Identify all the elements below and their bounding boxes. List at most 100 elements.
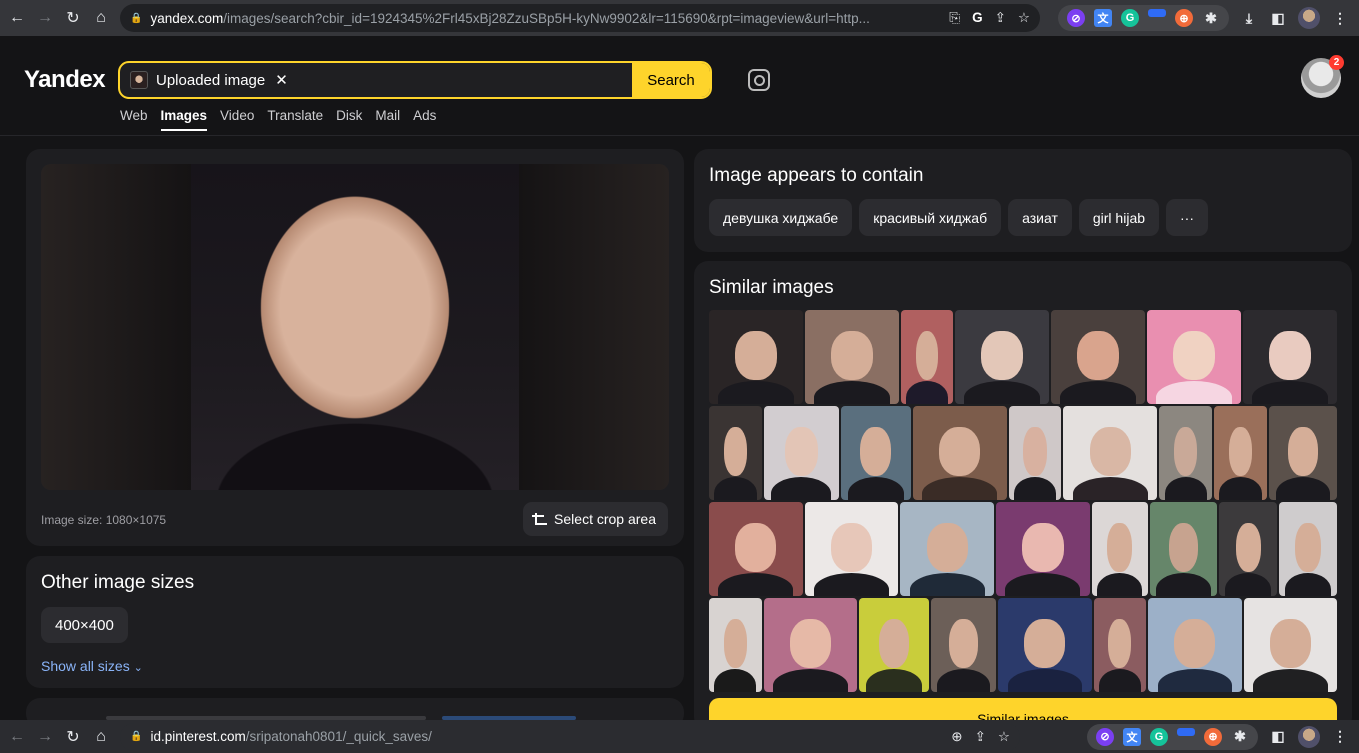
similar-thumbnail[interactable] <box>1063 406 1158 500</box>
sidepanel-icon[interactable]: ◧ <box>1269 9 1287 27</box>
similar-thumbnail[interactable] <box>1147 310 1241 404</box>
install-app-icon[interactable]: ⊕ <box>951 729 962 745</box>
extension-purple-icon[interactable]: ⊘ <box>1096 727 1114 746</box>
forward-icon[interactable]: → <box>34 726 56 748</box>
similar-thumbnail[interactable] <box>1159 406 1213 500</box>
similar-thumbnail[interactable] <box>763 598 858 692</box>
similar-thumbnail[interactable] <box>955 310 1049 404</box>
similar-thumbnail[interactable] <box>1269 406 1337 500</box>
profile-avatar[interactable] <box>1298 725 1320 748</box>
extension-grammarly-icon[interactable]: G <box>1121 9 1139 27</box>
browser-toolbar: ← → ↻ ⌂ 🔒 yandex.com/images/search?cbir_… <box>0 0 1359 36</box>
thumbnail-row <box>709 598 1337 692</box>
similar-thumbnail[interactable] <box>804 502 899 596</box>
similar-thumbnail[interactable] <box>912 406 1007 500</box>
similar-thumbnail[interactable] <box>709 310 803 404</box>
select-crop-area-button[interactable]: Select crop area <box>523 502 668 536</box>
tag-chip[interactable]: азиат <box>1008 199 1072 236</box>
thumbnail-row <box>709 406 1337 500</box>
tab-mail[interactable]: Mail <box>375 108 400 131</box>
uploaded-image-preview[interactable] <box>41 164 669 490</box>
tab-web[interactable]: Web <box>120 108 148 131</box>
similar-thumbnail[interactable] <box>1243 310 1337 404</box>
download-icon[interactable]: ⤓ <box>1240 9 1258 27</box>
similar-thumbnail[interactable] <box>763 406 839 500</box>
extension-orange-icon[interactable]: ⊕ <box>1175 9 1193 27</box>
uploaded-image-chip[interactable]: Uploaded image ✕ <box>130 71 288 89</box>
similar-thumbnail[interactable] <box>900 502 995 596</box>
similar-thumbnail[interactable] <box>1093 598 1147 692</box>
extension-orange-icon[interactable]: ⊕ <box>1204 727 1222 746</box>
similar-thumbnail[interactable] <box>1008 406 1062 500</box>
similar-thumbnail[interactable] <box>1214 406 1268 500</box>
extension-translate-icon[interactable]: 文 <box>1094 9 1112 27</box>
similar-thumbnail[interactable] <box>1279 502 1337 596</box>
bookmark-star-icon[interactable]: ☆ <box>998 729 1010 745</box>
lock-icon: 🔒 <box>130 12 143 24</box>
home-icon[interactable]: ⌂ <box>90 726 112 748</box>
similar-thumbnail[interactable] <box>930 598 997 692</box>
url-domain: id.pinterest.com <box>150 729 246 744</box>
tab-ads[interactable]: Ads <box>413 108 436 131</box>
similar-thumbnail[interactable] <box>859 598 929 692</box>
similar-thumbnail[interactable] <box>1148 598 1242 692</box>
clipboard-icon[interactable]: ⎘ <box>949 10 960 26</box>
similar-thumbnail[interactable] <box>1091 502 1148 596</box>
tab-images[interactable]: Images <box>160 108 208 131</box>
tag-chip[interactable]: girl hijab <box>1078 199 1160 236</box>
reload-icon[interactable]: ↻ <box>62 726 84 748</box>
menu-kebab-icon[interactable]: ⋮ <box>1331 9 1349 27</box>
size-option-button[interactable]: 400×400 <box>41 607 128 643</box>
similar-thumbnail[interactable] <box>1051 310 1145 404</box>
extensions-puzzle-icon[interactable]: ✱ <box>1231 728 1249 746</box>
back-icon[interactable]: ← <box>6 726 28 748</box>
extensions-puzzle-icon[interactable]: ✱ <box>1202 9 1220 27</box>
sidepanel-icon[interactable]: ◧ <box>1269 728 1287 746</box>
tab-disk[interactable]: Disk <box>336 108 362 131</box>
extension-blue-icon[interactable] <box>1148 9 1166 17</box>
tab-video[interactable]: Video <box>220 108 254 131</box>
similar-thumbnail[interactable] <box>709 598 762 692</box>
similar-images-card: Similar images Similar images <box>694 261 1352 731</box>
search-box[interactable]: Uploaded image ✕ Search <box>118 61 712 99</box>
similar-thumbnail[interactable] <box>901 310 953 404</box>
menu-kebab-icon[interactable]: ⋮ <box>1331 728 1349 746</box>
extension-blue-icon[interactable] <box>1177 727 1195 736</box>
tag-chip[interactable]: девушка хиджабе <box>709 199 853 236</box>
home-icon[interactable]: ⌂ <box>90 7 112 29</box>
tab-translate[interactable]: Translate <box>267 108 323 131</box>
extension-grammarly-icon[interactable]: G <box>1150 727 1168 746</box>
address-bar[interactable]: 🔒 id.pinterest.com/sripatonah0801/_quick… <box>120 722 1020 751</box>
user-avatar[interactable]: 2 <box>1301 55 1344 98</box>
more-tags-button[interactable]: ··· <box>1166 199 1209 236</box>
extensions-group: ⊘ 文 G ⊕ ✱ <box>1087 723 1258 750</box>
search-button[interactable]: Search <box>632 63 710 97</box>
back-icon[interactable]: ← <box>6 7 28 29</box>
similar-thumbnail[interactable] <box>1219 502 1278 596</box>
share-icon[interactable]: ⇪ <box>995 10 1006 26</box>
similar-thumbnail[interactable] <box>805 310 899 404</box>
close-icon[interactable]: ✕ <box>275 71 288 89</box>
extension-translate-icon[interactable]: 文 <box>1123 727 1141 746</box>
similar-thumbnail[interactable] <box>840 406 911 500</box>
extension-purple-icon[interactable]: ⊘ <box>1067 9 1085 27</box>
similar-thumbnail[interactable] <box>709 406 762 500</box>
profile-avatar[interactable] <box>1298 7 1320 29</box>
similar-thumbnail[interactable] <box>998 598 1092 692</box>
thumbnail-row <box>709 310 1337 404</box>
yandex-logo[interactable]: Yandex <box>24 66 106 94</box>
forward-icon[interactable]: → <box>34 7 56 29</box>
google-icon[interactable]: G <box>972 10 983 26</box>
similar-images-title: Similar images <box>709 277 834 298</box>
similar-thumbnail[interactable] <box>1149 502 1218 596</box>
reload-icon[interactable]: ↻ <box>62 7 84 29</box>
address-bar[interactable]: 🔒 yandex.com/images/search?cbir_id=19243… <box>120 4 1040 32</box>
similar-thumbnail[interactable] <box>709 502 803 596</box>
bookmark-star-icon[interactable]: ☆ <box>1018 10 1030 26</box>
similar-thumbnail[interactable] <box>1243 598 1337 692</box>
camera-search-icon[interactable] <box>748 69 770 91</box>
show-all-sizes-link[interactable]: Show all sizes ⌄ <box>41 658 143 674</box>
similar-thumbnail[interactable] <box>996 502 1090 596</box>
tag-chip[interactable]: красивый хиджаб <box>859 199 1002 236</box>
share-icon[interactable]: ⇪ <box>975 729 986 745</box>
